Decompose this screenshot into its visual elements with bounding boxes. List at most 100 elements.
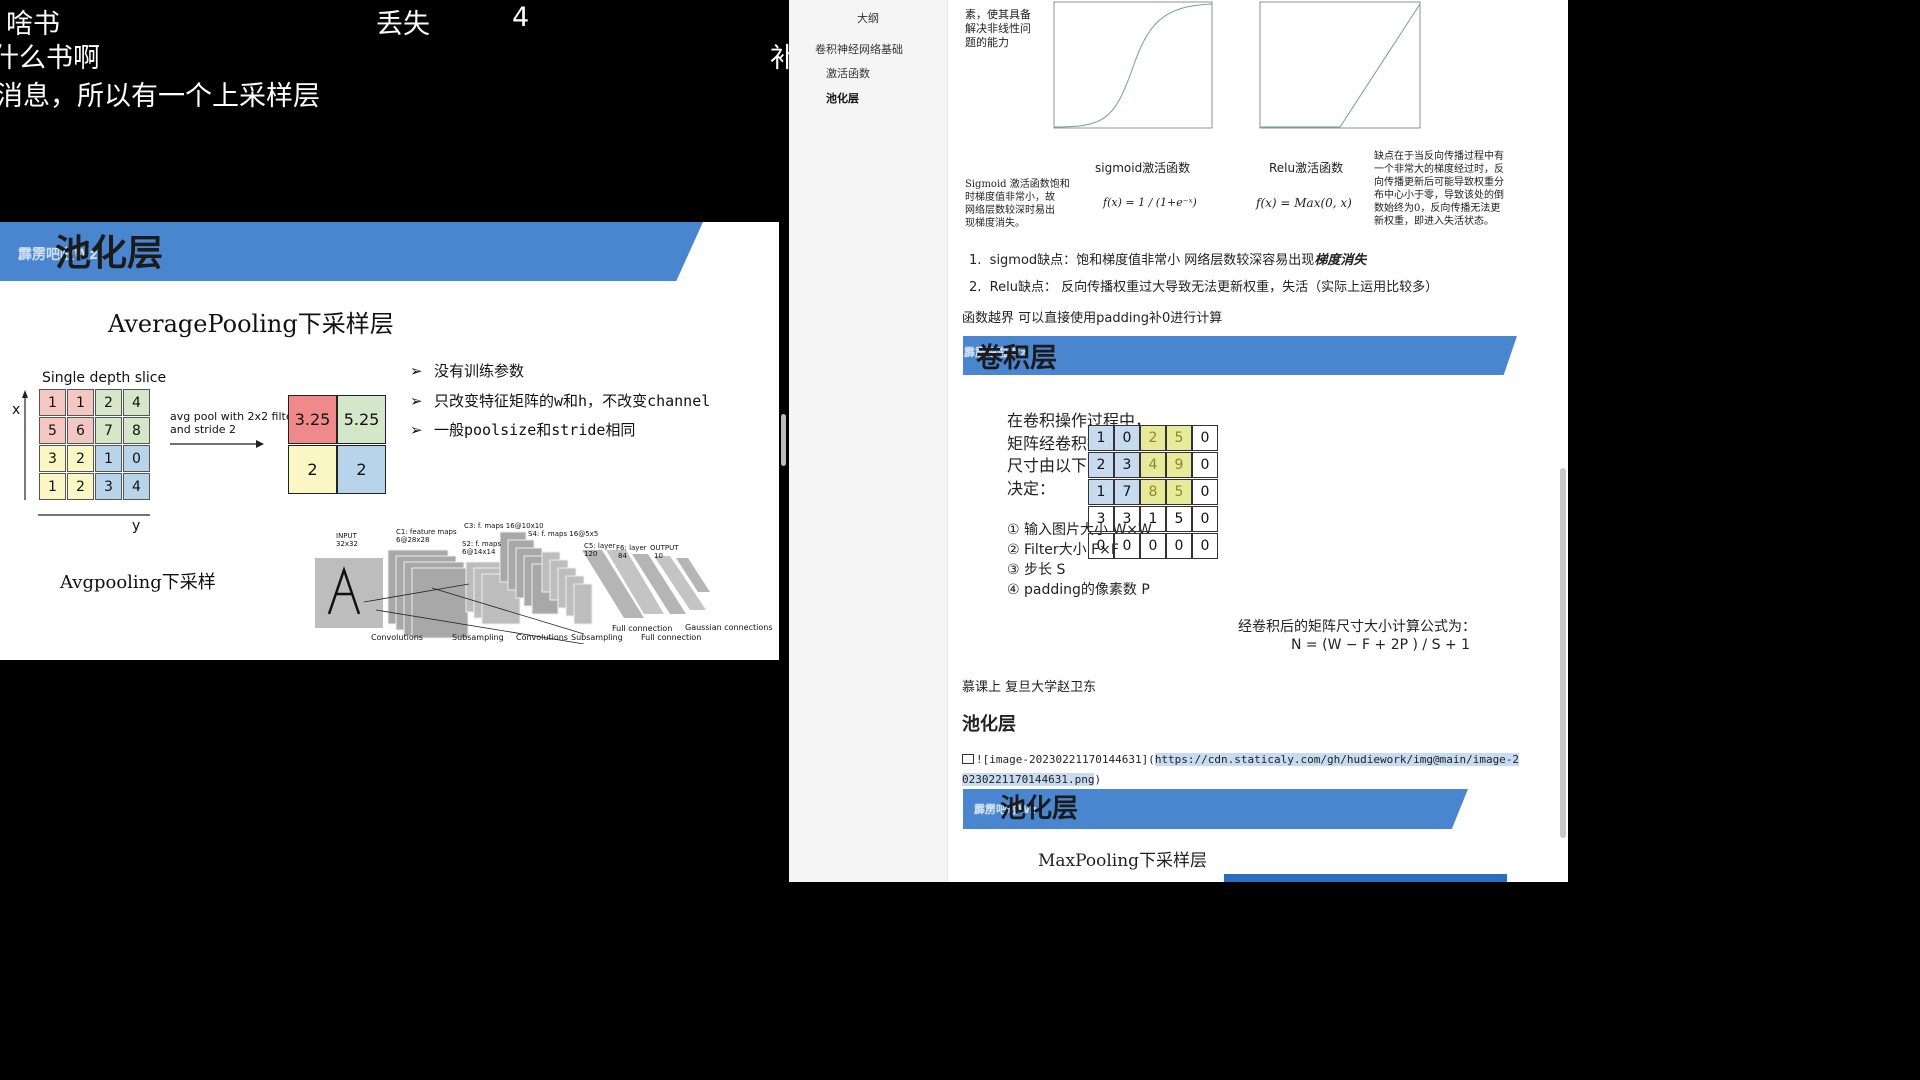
slide-banner-title: 池化层 bbox=[55, 233, 164, 274]
lenet-label: 10 bbox=[654, 552, 663, 560]
conv-factors: ① 输入图片大小 W×W ② Filter大小 F×F ③ 步长 S ④ pad… bbox=[1007, 522, 1152, 598]
sigmoid-note: Sigmoid 激活函数饱和 时梯度值非常小，故 网络层数较深时易出 现梯度消失… bbox=[965, 179, 1070, 229]
arrow-icon: ➢ bbox=[410, 392, 423, 410]
output-grid-cell: 3.25 bbox=[288, 395, 337, 444]
maxpool-figure-top bbox=[1224, 874, 1507, 882]
conv-matrix-cell: 2 bbox=[1140, 425, 1166, 451]
conv-formula: N = (W − F + 2P ) / S + 1 bbox=[1291, 637, 1471, 653]
bullet-item: ➢ 没有训练参数 bbox=[410, 362, 525, 380]
lenet-label: C1: feature maps bbox=[396, 528, 457, 536]
conv-matrix-cell: 2 bbox=[1088, 452, 1114, 478]
conv-matrix-cell: 8 bbox=[1140, 479, 1166, 505]
input-grid-cell: 1 bbox=[39, 473, 66, 500]
input-grid-cell: 8 bbox=[123, 417, 150, 444]
lenet-label: Convolutions bbox=[371, 633, 423, 642]
lecture-slide: 霹雳吧啦Wz 池化层 AveragePooling下采样层 Single dep… bbox=[0, 222, 779, 660]
subtitle-line: 补 bbox=[770, 43, 789, 74]
single-depth-label: Single depth slice bbox=[42, 370, 167, 386]
output-grid-cell: 5.25 bbox=[337, 395, 386, 444]
axis-y-label: y bbox=[132, 518, 141, 534]
bullet-item: ➢ 只改变特征矩阵的w和h，不改变channel bbox=[410, 392, 711, 410]
conv-matrix-cell: 0 bbox=[1192, 506, 1218, 532]
relu-title: Relu激活函数 bbox=[1269, 161, 1344, 175]
relu-plot bbox=[1259, 1, 1421, 129]
conv-matrix-cell: 1 bbox=[1088, 479, 1114, 505]
conv-matrix-cell: 5 bbox=[1166, 425, 1192, 451]
input-grid-cell: 3 bbox=[95, 473, 122, 500]
arrow-icon: ➢ bbox=[410, 421, 423, 439]
maxpool-heading: MaxPooling下采样层 bbox=[1038, 851, 1208, 871]
relu-formula: f(x) = Max(0, x) bbox=[1256, 196, 1352, 210]
lenet-label: Full connection bbox=[612, 624, 673, 633]
input-grid-cell: 2 bbox=[95, 389, 122, 416]
image-icon bbox=[962, 754, 974, 764]
input-grid-cell: 4 bbox=[123, 473, 150, 500]
sigmoid-formula: f(x) = 1 / (1+e⁻ˣ) bbox=[1103, 196, 1197, 209]
lenet-label: Full connection bbox=[641, 633, 702, 642]
output-grid-cell: 2 bbox=[337, 445, 386, 494]
conv-matrix-cell: 0 bbox=[1192, 479, 1218, 505]
input-grid-cell: 0 bbox=[123, 445, 150, 472]
input-grid-cell: 1 bbox=[67, 389, 94, 416]
document-content[interactable]: 素，使其具备 解决非线性问 题的能力 sigmoid激活函数 Relu激活函数 … bbox=[948, 0, 1568, 882]
activation-intro: 素，使其具备 解决非线性问 题的能力 bbox=[965, 8, 1031, 49]
lenet-label: OUTPUT bbox=[650, 544, 679, 552]
relu-note: 缺点在于当反向传播过程中有 一个非常大的梯度经过时，反 向传播更新后可能导致权重… bbox=[1374, 151, 1504, 227]
conv-matrix-cell: 0 bbox=[1114, 533, 1140, 559]
sigmoid-title: sigmoid激活函数 bbox=[1095, 161, 1191, 175]
lenet-label: S4: f. maps 16@5x5 bbox=[528, 530, 599, 538]
conv-matrix-cell: 5 bbox=[1166, 479, 1192, 505]
lenet-label: 120 bbox=[584, 550, 598, 558]
lenet-label: C5: layer bbox=[584, 542, 616, 550]
outline-item-activation[interactable]: 激活函数 bbox=[826, 65, 870, 81]
conv-matrix-cell: 1 bbox=[1088, 425, 1114, 451]
lenet-label: Subsampling bbox=[452, 633, 504, 642]
subtitle-line: 什么书啊 bbox=[0, 43, 100, 74]
conv-matrix-cell: 9 bbox=[1166, 452, 1192, 478]
input-grid-cell: 7 bbox=[95, 417, 122, 444]
op-arrow bbox=[170, 440, 264, 448]
outline-item-cnn-basics[interactable]: 卷积神经网络基础 bbox=[815, 41, 903, 57]
slide-heading: AveragePooling下采样层 bbox=[108, 310, 394, 338]
lenet-label: Convolutions bbox=[516, 633, 568, 642]
arrow-icon: ➢ bbox=[410, 362, 423, 380]
pool-banner-title: 池化层 bbox=[1000, 794, 1079, 824]
pool-heading: 池化层 bbox=[962, 714, 1016, 735]
input-grid-cell: 6 bbox=[67, 417, 94, 444]
conv-matrix-cell: 7 bbox=[1114, 479, 1140, 505]
formula-label: 经卷积后的矩阵尺寸大小计算公式为： bbox=[1238, 619, 1476, 635]
lenet-label: 6@28x28 bbox=[396, 536, 430, 544]
input-grid-cell: 1 bbox=[39, 389, 66, 416]
outline-item-pooling[interactable]: 池化层 bbox=[826, 90, 859, 106]
image-markdown-link[interactable]: ![image-20230221170144631](https://cdn.s… bbox=[962, 750, 1522, 790]
subtitle-line: 消息，所以有一个上采样层 bbox=[0, 81, 320, 112]
conv-matrix-cell: 0 bbox=[1114, 425, 1140, 451]
lenet-label: 84 bbox=[618, 552, 627, 560]
conv-banner-title: 卷积层 bbox=[976, 343, 1057, 374]
lenet-label: F6: layer bbox=[616, 544, 647, 552]
input-grid-cell: 1 bbox=[95, 445, 122, 472]
lenet-label: Subsampling bbox=[571, 633, 623, 642]
padding-note: 函数越界 可以直接使用padding补0进行计算 bbox=[962, 311, 1223, 326]
source-note: 慕课上 复旦大学赵卫东 bbox=[962, 680, 1097, 695]
input-grid-cell: 2 bbox=[67, 473, 94, 500]
video-player[interactable]: 啥书 丢失 4 什么书啊 补 消息，所以有一个上采样层 霹雳吧啦Wz 池化层 A… bbox=[0, 0, 789, 882]
bullet-item: ➢ 一般poolsize和stride相同 bbox=[410, 421, 636, 439]
conv-matrix-cell: 0 bbox=[1166, 533, 1192, 559]
conv-matrix-cell: 1 bbox=[1140, 506, 1166, 532]
video-scroll-handle[interactable] bbox=[781, 414, 786, 466]
op-label: avg pool with 2x2 filters bbox=[170, 410, 303, 423]
outline-sidebar: 大纲 卷积神经网络基础 激活函数 池化层 bbox=[789, 0, 948, 882]
input-grid-cell: 2 bbox=[67, 445, 94, 472]
input-grid-cell: 4 bbox=[123, 389, 150, 416]
conv-matrix-cell: 0 bbox=[1192, 452, 1218, 478]
subtitle-line: 4 bbox=[512, 2, 530, 33]
conv-matrix-cell: 0 bbox=[1088, 533, 1114, 559]
lenet-label: 32x32 bbox=[336, 540, 358, 548]
list-item: 1. sigmod缺点：饱和梯度值非常小 网络层数较深容易出现梯度消失 bbox=[969, 253, 1367, 268]
op-label: and stride 2 bbox=[170, 423, 237, 436]
lenet-label: Gaussian connections bbox=[685, 623, 773, 632]
markdown-editor: 大纲 卷积神经网络基础 激活函数 池化层 素，使其具备 解决非线性问 题的能力 … bbox=[789, 0, 1568, 882]
conv-matrix-cell: 3 bbox=[1088, 506, 1114, 532]
document-scrollbar[interactable] bbox=[1560, 468, 1566, 838]
